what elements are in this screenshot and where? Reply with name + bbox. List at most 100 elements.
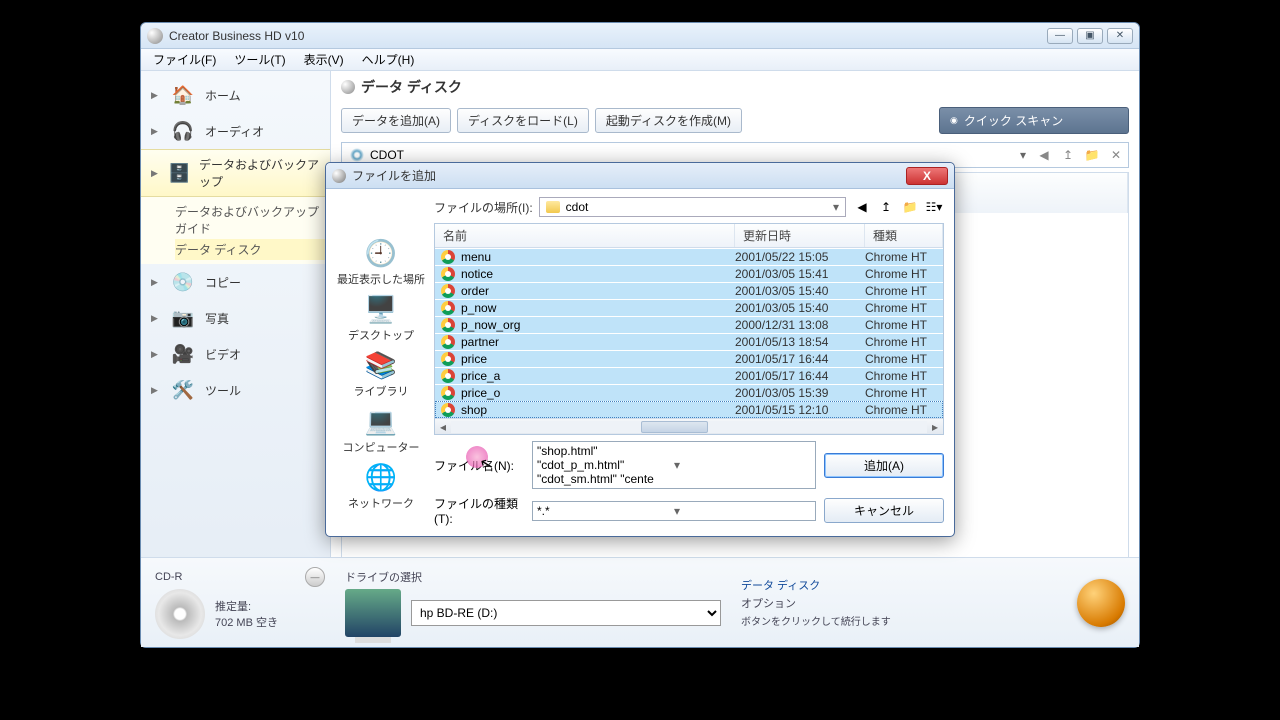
disc-name: CDOT [370, 148, 404, 162]
file-row[interactable]: order2001/03/05 15:40Chrome HT [435, 282, 943, 299]
file-modified: 2001/03/05 15:40 [735, 301, 865, 315]
scroll-thumb[interactable] [641, 421, 708, 433]
chevron-down-icon[interactable]: ▾ [674, 458, 811, 472]
add-data-button[interactable]: データを追加(A) [341, 108, 451, 133]
file-row[interactable]: shop2001/05/15 12:10Chrome HT [435, 401, 943, 418]
sidebar-subitem-data-disc[interactable]: データ ディスク [175, 239, 330, 260]
dlg-col-type[interactable]: 種類 [865, 224, 943, 247]
chrome-icon [441, 301, 455, 315]
file-type: Chrome HT [865, 267, 943, 281]
menu-file[interactable]: ファイル(F) [145, 49, 224, 70]
file-modified: 2001/03/05 15:39 [735, 386, 865, 400]
sidebar-subitems: データおよびバックアップ ガイド データ ディスク [141, 197, 330, 264]
folder-icon [546, 201, 560, 213]
options-link[interactable]: オプション [741, 595, 796, 611]
chrome-icon [441, 386, 455, 400]
data-icon: 🗄️ [167, 161, 191, 185]
path-dropdown-icon[interactable]: ▾ [1016, 148, 1030, 162]
load-disc-button[interactable]: ディスクをロード(L) [457, 108, 589, 133]
menu-tools[interactable]: ツール(T) [226, 49, 293, 70]
chrome-icon [441, 352, 455, 366]
network-icon: 🌐 [362, 461, 400, 493]
estimate-label: 推定量: [215, 598, 278, 614]
nav-back-icon[interactable]: ◀ [1034, 145, 1054, 165]
chevron-down-icon[interactable]: ▾ [833, 200, 839, 214]
chrome-icon [441, 318, 455, 332]
sidebar-item-audio[interactable]: ▶🎧オーディオ [141, 113, 330, 149]
dlg-col-modified[interactable]: 更新日時 [735, 224, 865, 247]
chevron-down-icon[interactable]: ▾ [674, 504, 811, 518]
drive-select[interactable]: hp BD-RE (D:) [411, 600, 721, 626]
sidebar-item-copy[interactable]: ▶💿コピー [141, 264, 330, 300]
file-row[interactable]: partner2001/05/13 18:54Chrome HT [435, 333, 943, 350]
menu-help[interactable]: ヘルプ(H) [354, 49, 423, 70]
file-row[interactable]: price2001/05/17 16:44Chrome HT [435, 350, 943, 367]
collapse-button[interactable]: — [305, 567, 325, 587]
file-name: menu [461, 250, 491, 264]
sidebar-item-video[interactable]: ▶🎥ビデオ [141, 336, 330, 372]
dialog-titlebar[interactable]: ファイルを追加 X [326, 163, 954, 189]
sidebar-label: ツール [205, 382, 241, 399]
computer-place-icon: 💻 [362, 405, 400, 437]
minimize-button[interactable]: — [1047, 28, 1073, 44]
file-name: p_now [461, 301, 496, 315]
maximize-button[interactable]: ▣ [1077, 28, 1103, 44]
filetype-combo[interactable]: *.*▾ [532, 501, 816, 521]
sidebar-item-tools[interactable]: ▶🛠️ツール [141, 372, 330, 408]
view-menu-icon[interactable]: ☷▾ [924, 197, 944, 217]
sidebar-item-data-backup[interactable]: ▶🗄️データおよびバックアップ [141, 149, 330, 197]
file-row[interactable]: menu2001/05/22 15:05Chrome HT [435, 248, 943, 265]
menubar: ファイル(F) ツール(T) 表示(V) ヘルプ(H) [141, 49, 1139, 71]
sidebar-item-home[interactable]: ▶🏠ホーム [141, 77, 330, 113]
delete-icon[interactable]: ✕ [1106, 145, 1126, 165]
file-row[interactable]: p_now_org2000/12/31 13:08Chrome HT [435, 316, 943, 333]
cancel-button[interactable]: キャンセル [824, 498, 944, 523]
chrome-icon [441, 250, 455, 264]
sidebar-item-photo[interactable]: ▶📷写真 [141, 300, 330, 336]
dialog-close-button[interactable]: X [906, 167, 948, 185]
file-type: Chrome HT [865, 403, 943, 417]
place-libraries[interactable]: 📚ライブラリ [354, 349, 409, 399]
video-camera-icon: 🎥 [169, 342, 197, 366]
footer: CD-R — 推定量: 702 MB 空き ドライブの選択 [141, 557, 1139, 647]
add-button[interactable]: 追加(A) [824, 453, 944, 478]
scroll-right-icon[interactable]: ▸ [927, 420, 943, 434]
desktop-icon: 🖥️ [362, 293, 400, 325]
filename-input[interactable]: "shop.html" "cdot_p_m.html" "cdot_sm.htm… [532, 441, 816, 489]
up-one-level-icon[interactable]: ↥ [876, 197, 896, 217]
dlg-col-name[interactable]: 名前 [435, 224, 735, 247]
file-modified: 2000/12/31 13:08 [735, 318, 865, 332]
computer-icon [345, 589, 401, 637]
scroll-left-icon[interactable]: ◂ [435, 420, 451, 434]
place-computer[interactable]: 💻コンピューター [343, 405, 420, 455]
place-recent[interactable]: 🕘最近表示した場所 [337, 237, 425, 287]
chrome-icon [441, 267, 455, 281]
file-row[interactable]: notice2001/03/05 15:41Chrome HT [435, 265, 943, 282]
place-desktop[interactable]: 🖥️デスクトップ [348, 293, 414, 343]
file-modified: 2001/03/05 15:40 [735, 284, 865, 298]
file-modified: 2001/05/17 16:44 [735, 352, 865, 366]
new-folder-tool-icon[interactable]: 📁 [900, 197, 920, 217]
file-modified: 2001/05/17 16:44 [735, 369, 865, 383]
nav-up-icon[interactable]: ↥ [1058, 145, 1078, 165]
file-row[interactable]: price_o2001/03/05 15:39Chrome HT [435, 384, 943, 401]
burn-button[interactable] [1077, 579, 1125, 627]
quick-scan-button[interactable]: クイック スキャン [939, 107, 1129, 134]
menu-view[interactable]: 表示(V) [296, 49, 352, 70]
task-name: データ ディスク [741, 577, 820, 593]
file-row[interactable]: price_a2001/05/17 16:44Chrome HT [435, 367, 943, 384]
file-row[interactable]: p_now2001/03/05 15:40Chrome HT [435, 299, 943, 316]
sidebar-subitem-guide[interactable]: データおよびバックアップ ガイド [175, 201, 330, 239]
file-name: price_o [461, 386, 500, 400]
close-button[interactable]: ✕ [1107, 28, 1133, 44]
create-boot-disc-button[interactable]: 起動ディスクを作成(M) [595, 108, 742, 133]
titlebar[interactable]: Creator Business HD v10 — ▣ ✕ [141, 23, 1139, 49]
location-combo[interactable]: cdot ▾ [539, 197, 846, 217]
new-folder-icon[interactable]: 📁 [1082, 145, 1102, 165]
place-network[interactable]: 🌐ネットワーク [348, 461, 414, 511]
file-type: Chrome HT [865, 335, 943, 349]
back-icon[interactable]: ◀ [852, 197, 872, 217]
horizontal-scrollbar[interactable]: ◂ ▸ [435, 418, 943, 434]
tools-icon: 🛠️ [169, 378, 197, 402]
file-open-dialog: ファイルを追加 X 🕘最近表示した場所 🖥️デスクトップ 📚ライブラリ 💻コンピ… [325, 162, 955, 537]
